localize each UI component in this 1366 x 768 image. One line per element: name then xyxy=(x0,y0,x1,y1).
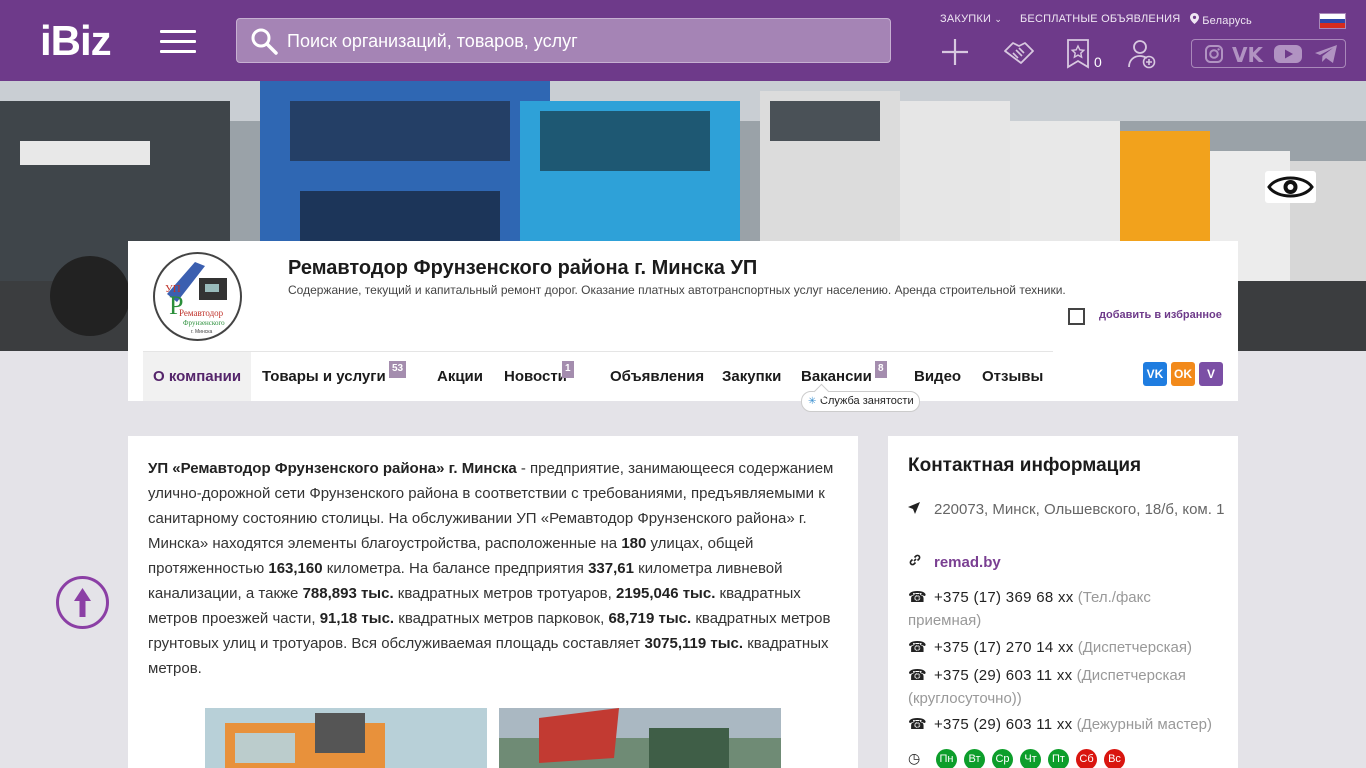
phone-row: ☎ +375 (17) 270 14 xx (Диспетчерская) xyxy=(908,636,1228,659)
youtube-icon[interactable] xyxy=(1274,44,1302,69)
phone-number[interactable]: +375 (29) 603 11 xx xyxy=(934,667,1072,684)
phone-row: ☎ +375 (29) 603 11 xx (Диспетчерская (кру… xyxy=(908,664,1228,710)
gallery-photo-2[interactable] xyxy=(499,708,781,768)
site-logo[interactable]: iBiz xyxy=(40,20,132,62)
svg-text:Ремавтодор: Ремавтодор xyxy=(179,308,224,318)
link-icon xyxy=(908,551,934,574)
handshake-icon[interactable] xyxy=(1003,39,1037,67)
favorites-count: 0 xyxy=(1094,54,1102,70)
phone-number[interactable]: +375 (17) 270 14 xx xyxy=(934,639,1074,656)
about-highlight: 91,18 тыс. xyxy=(319,610,395,627)
site-link[interactable]: remad.by xyxy=(934,554,1001,571)
tab-products[interactable]: Товары и услуги 53 xyxy=(252,352,407,401)
share-viber-icon[interactable]: V xyxy=(1199,362,1223,386)
company-title: Ремавтодор Фрунзенского района г. Минска… xyxy=(288,257,758,279)
about-highlight: 337,61 xyxy=(588,560,634,577)
working-day-badge: Ср xyxy=(992,749,1013,768)
menu-icon[interactable] xyxy=(160,30,196,54)
products-count-badge: 53 xyxy=(389,361,407,378)
arrow-up-icon xyxy=(74,588,91,617)
phone-row: ☎ +375 (17) 369 68 xx (Тел./факс приемная… xyxy=(908,586,1228,632)
gallery-photo-1[interactable] xyxy=(205,708,487,768)
about-highlight: 3075,119 тыс. xyxy=(644,635,744,652)
tab-ads[interactable]: Объявления xyxy=(600,352,714,401)
chevron-down-icon: ⌄ xyxy=(994,14,1003,24)
about-run: квадратных метров тротуаров, xyxy=(393,585,616,602)
add-user-icon[interactable] xyxy=(1127,39,1157,69)
language-flag-icon[interactable] xyxy=(1319,13,1346,29)
tab-about[interactable]: О компании xyxy=(143,352,252,401)
working-day-badge: Пн xyxy=(936,749,957,768)
about-highlight: 163,160 xyxy=(268,560,323,577)
tab-promotions[interactable]: Акции xyxy=(427,352,493,401)
about-highlight: 788,893 тыс. xyxy=(302,585,394,602)
search-box xyxy=(236,18,891,63)
about-run: квадратных метров парковок, xyxy=(394,610,609,627)
tab-news[interactable]: Новости 1 xyxy=(494,352,577,401)
company-description: Содержание, текущий и капитальный ремонт… xyxy=(288,283,1066,297)
search-input[interactable] xyxy=(287,27,877,55)
tab-reviews[interactable]: Отзывы xyxy=(972,352,1053,401)
scroll-up-button[interactable] xyxy=(56,576,109,629)
svg-text:Фрунзенского: Фрунзенского xyxy=(183,319,225,327)
phone-icon: ☎ xyxy=(908,589,927,606)
phone-icon: ☎ xyxy=(908,639,927,656)
working-day-badge: Чт xyxy=(1020,749,1041,768)
vk-icon[interactable]: VK xyxy=(1232,43,1263,67)
about-highlight: УП «Ремавтодор Фрунзенского района» г. М… xyxy=(148,460,517,477)
about-run: километра. На балансе предприятия xyxy=(322,560,589,577)
phone-number[interactable]: +375 (29) 603 11 xx xyxy=(934,716,1072,733)
share-ok-icon[interactable]: OK xyxy=(1171,362,1195,386)
social-links: VK xyxy=(1191,39,1346,68)
about-section: УП «Ремавтодор Фрунзенского района» г. М… xyxy=(128,436,858,768)
address-row: 220073, Минск, Ольшевского, 18/б, ком. 1 xyxy=(908,498,1228,521)
company-card: УП Р Ремавтодор Фрунзенского г. Минска Р… xyxy=(128,241,1238,412)
working-day-badge: Вс xyxy=(1104,749,1125,768)
company-logo: УП Р Ремавтодор Фрунзенского г. Минска xyxy=(153,252,242,341)
top-header: iBiz ЗАКУПКИ ⌄ БЕСПЛАТНЫЕ ОБЪЯВЛЕНИЯ Бел… xyxy=(0,0,1366,81)
vacancies-count-badge: 8 xyxy=(875,361,887,378)
contacts-section: Контактная информация 220073, Минск, Оль… xyxy=(888,436,1238,768)
about-highlight: 180 xyxy=(621,535,647,552)
about-text: УП «Ремавтодор Фрунзенского района» г. М… xyxy=(148,456,848,681)
search-icon[interactable] xyxy=(250,27,278,55)
working-day-badge: Пт xyxy=(1048,749,1069,768)
site-row: remad.by xyxy=(908,551,1228,574)
phone-icon: ☎ xyxy=(908,716,927,733)
location-arrow-icon xyxy=(908,498,934,521)
phone-number[interactable]: +375 (17) 369 68 xx xyxy=(934,589,1074,606)
free-ads-link[interactable]: БЕСПЛАТНЫЕ ОБЪЯВЛЕНИЯ xyxy=(1020,13,1180,25)
about-highlight: 68,719 тыс. xyxy=(608,610,692,627)
purchases-link[interactable]: ЗАКУПКИ ⌄ xyxy=(940,13,1002,25)
region-link[interactable]: Беларусь xyxy=(1190,13,1252,27)
add-favorite-link[interactable]: добавить в избранное xyxy=(1099,309,1222,321)
telegram-icon[interactable] xyxy=(1314,44,1338,69)
star-bookmark-icon[interactable] xyxy=(1066,39,1090,69)
share-vk-icon[interactable]: VK xyxy=(1143,362,1167,386)
about-highlight: 2195,046 тыс. xyxy=(615,585,716,602)
location-pin-icon xyxy=(1190,13,1199,24)
accessibility-eye-icon[interactable] xyxy=(1265,171,1316,203)
working-day-badge: Вт xyxy=(964,749,985,768)
employment-service-link[interactable]: ✳ Служба занятости xyxy=(801,391,920,412)
svg-text:г. Минска: г. Минска xyxy=(191,329,213,335)
working-day-badge: Сб xyxy=(1076,749,1097,768)
news-count-badge: 1 xyxy=(562,361,574,378)
phone-row: ☎ +375 (29) 603 11 xx (Дежурный мастер) xyxy=(908,713,1228,736)
phone-icon: ☎ xyxy=(908,667,927,684)
add-favorite-checkbox[interactable] xyxy=(1068,308,1085,325)
sparkle-icon: ✳ xyxy=(808,396,817,407)
contacts-title: Контактная информация xyxy=(908,455,1142,476)
clock-icon: ◷ xyxy=(908,750,921,766)
instagram-icon[interactable] xyxy=(1204,44,1224,69)
plus-icon[interactable] xyxy=(940,37,970,67)
tab-purchases[interactable]: Закупки xyxy=(712,352,791,401)
